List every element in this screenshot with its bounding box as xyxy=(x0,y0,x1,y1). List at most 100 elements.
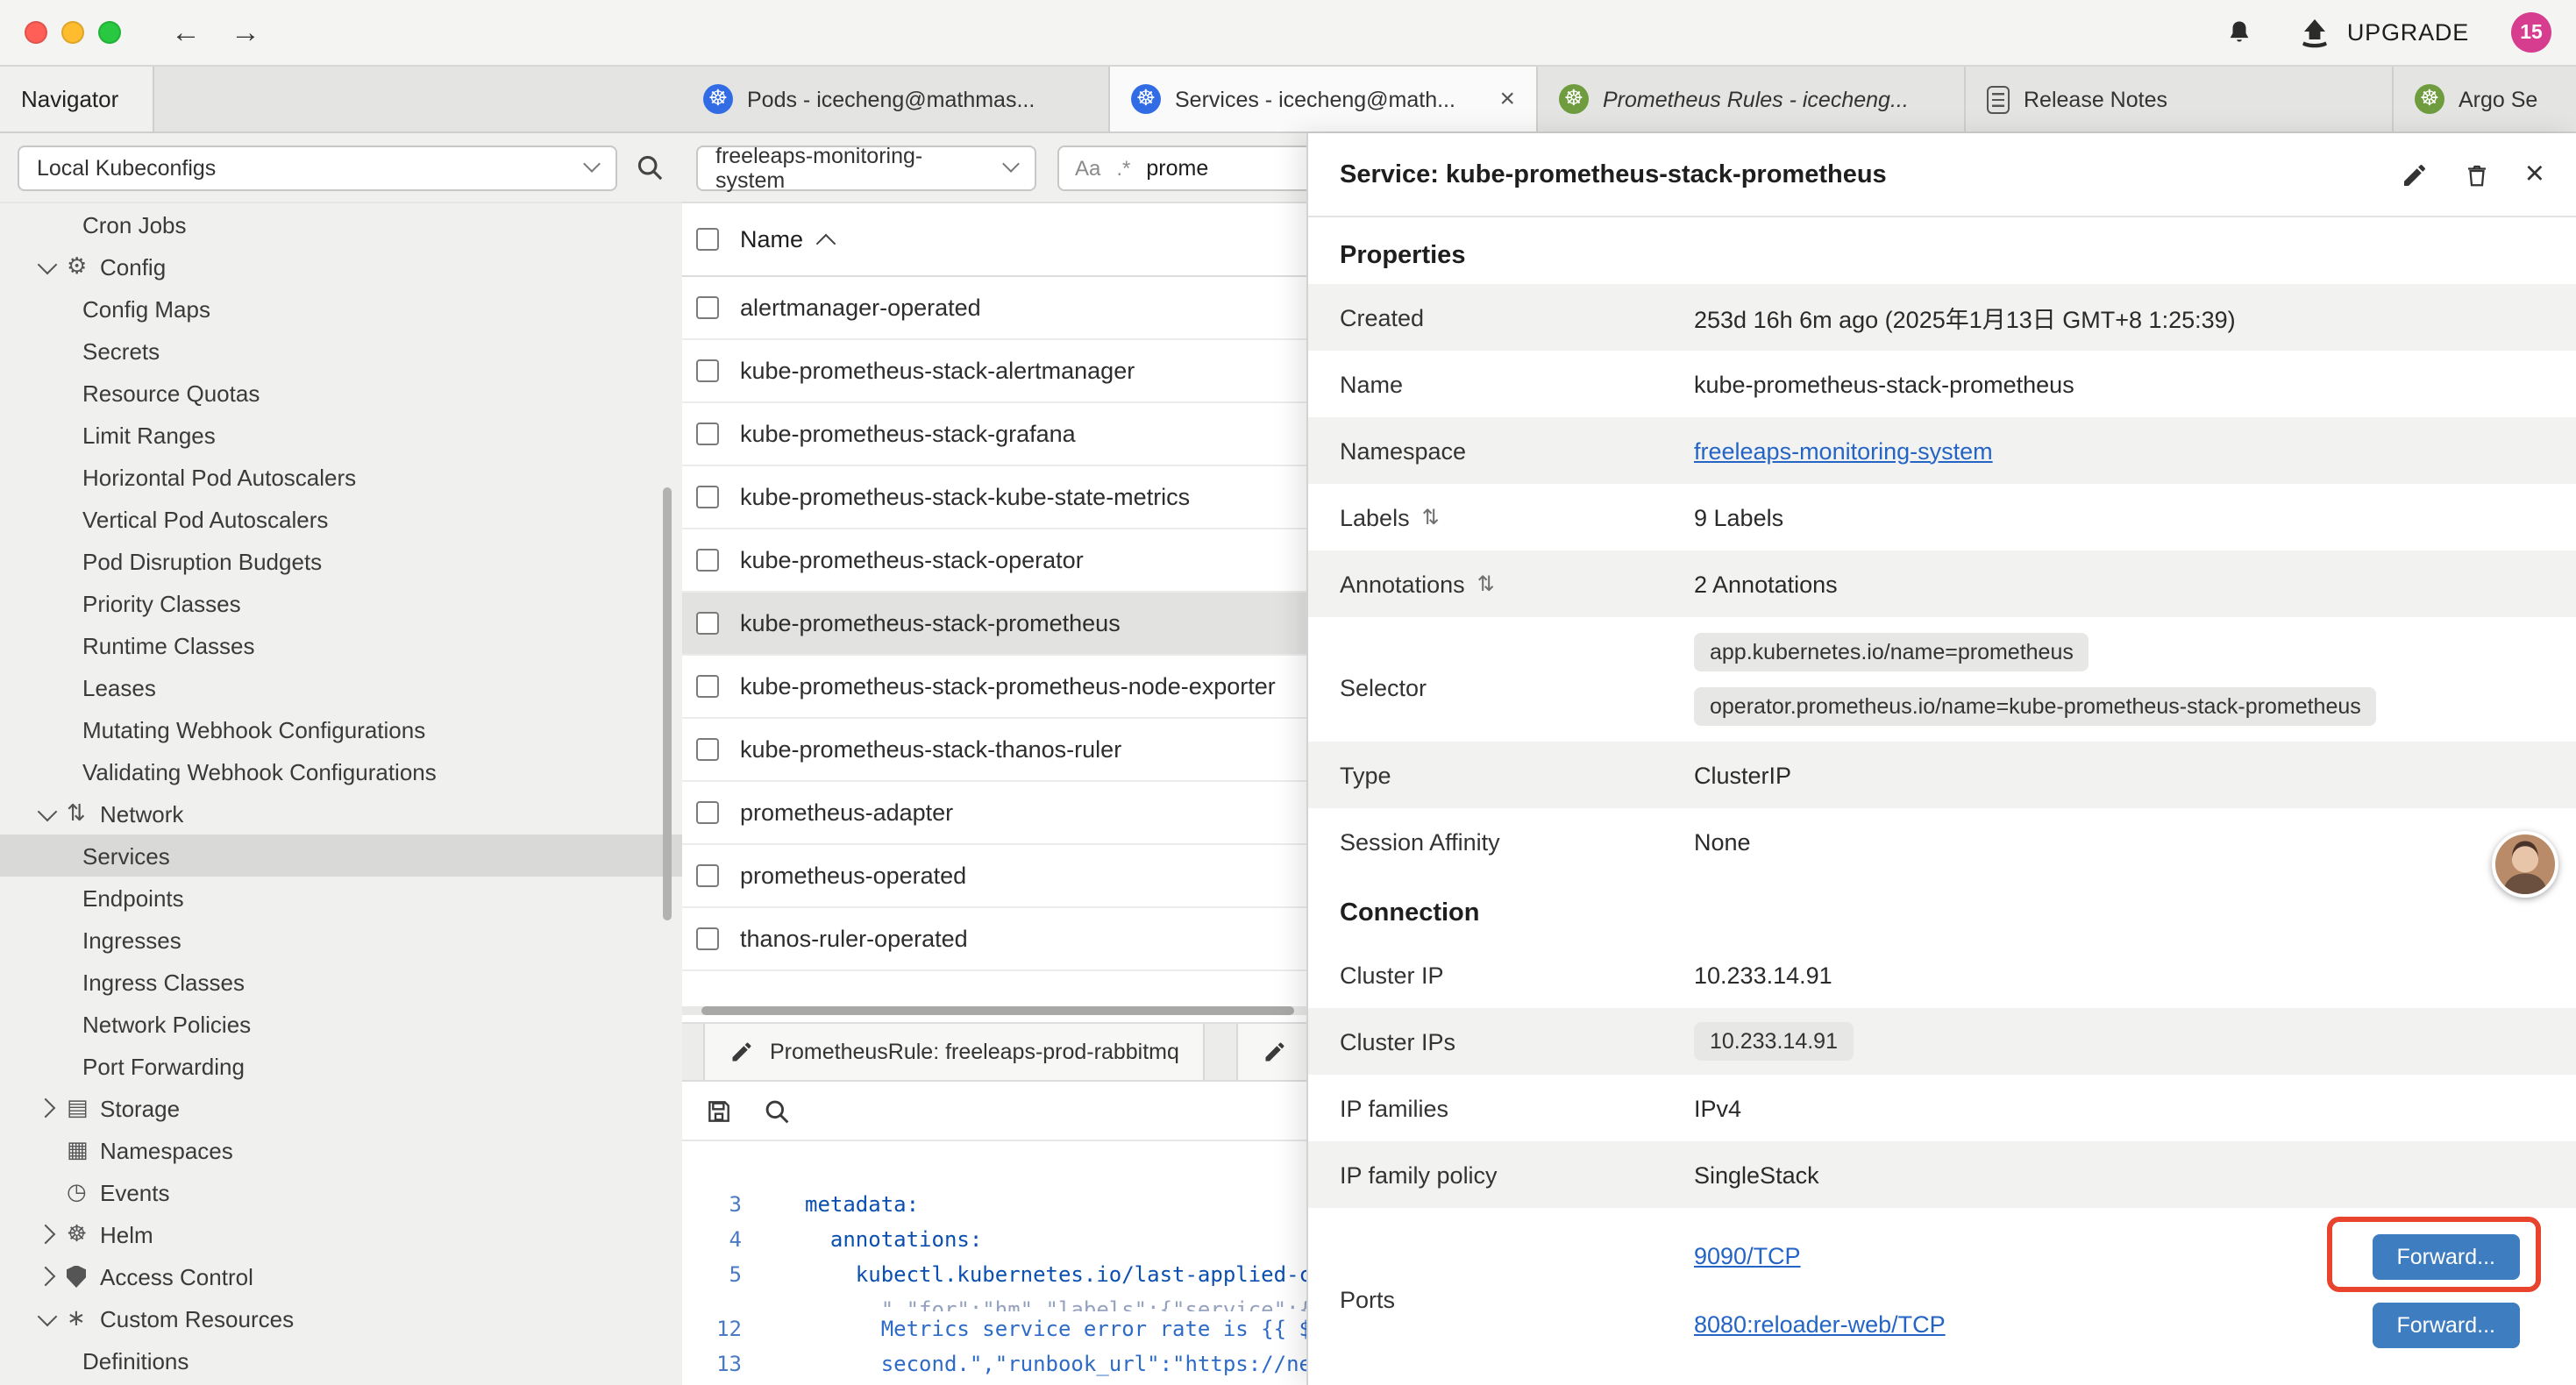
chevron-down-icon[interactable] xyxy=(35,1306,61,1331)
port-link[interactable]: 9090/TCP xyxy=(1694,1243,1801,1269)
sidebar-item-endpoints[interactable]: Endpoints xyxy=(0,877,682,919)
row-checkbox[interactable] xyxy=(696,738,719,761)
maximize-window-button[interactable] xyxy=(98,21,121,44)
row-label-text: IP families xyxy=(1340,1095,1448,1121)
name-column-header[interactable]: Name xyxy=(740,226,833,252)
editor-search-icon[interactable] xyxy=(763,1097,791,1125)
sidebar-item-leases[interactable]: Leases xyxy=(0,666,682,708)
sidebar-item-horizontal-pod-autoscalers[interactable]: Horizontal Pod Autoscalers xyxy=(0,456,682,498)
sidebar-item-services[interactable]: Services xyxy=(0,835,682,877)
sidebar-item-helm[interactable]: ☸Helm xyxy=(0,1213,682,1255)
forward-button[interactable]: Forward... xyxy=(2372,1302,2520,1347)
sidebar-item-custom-resources[interactable]: ∗Custom Resources xyxy=(0,1297,682,1339)
forward-button[interactable]: Forward... xyxy=(2372,1233,2520,1279)
sidebar-item-resource-quotas[interactable]: Resource Quotas xyxy=(0,372,682,414)
chevron-down-icon[interactable] xyxy=(35,254,61,279)
navigator-panel-tab[interactable]: Navigator xyxy=(0,67,154,131)
sidebar-item-ingress-classes[interactable]: Ingress Classes xyxy=(0,961,682,1003)
sidebar-item-priority-classes[interactable]: Priority Classes xyxy=(0,582,682,624)
row-checkbox[interactable] xyxy=(696,423,719,445)
match-case-toggle[interactable]: Aa xyxy=(1075,155,1100,180)
row-value-text: 2 Annotations xyxy=(1694,571,1838,597)
sidebar-item-vertical-pod-autoscalers[interactable]: Vertical Pod Autoscalers xyxy=(0,498,682,540)
row-checkbox[interactable] xyxy=(696,927,719,950)
sidebar-item-config-maps[interactable]: Config Maps xyxy=(0,288,682,330)
close-window-button[interactable] xyxy=(25,21,47,44)
tab-release-notes[interactable]: Release Notes xyxy=(1966,67,2394,131)
row-checkbox[interactable] xyxy=(696,549,719,572)
close-drawer-icon[interactable]: × xyxy=(2525,158,2544,191)
namespace-selector[interactable]: freeleaps-monitoring-system xyxy=(696,145,1036,190)
row-checkbox[interactable] xyxy=(696,296,719,319)
notifications-bell-icon[interactable] xyxy=(2224,17,2256,48)
kubeconfig-selector[interactable]: Local Kubeconfigs xyxy=(18,145,617,190)
row-value-text: kube-prometheus-stack-prometheus xyxy=(1694,371,2074,397)
row-name: kube-prometheus-stack-thanos-ruler xyxy=(740,736,1121,763)
sidebar-item-pod-disruption-budgets[interactable]: Pod Disruption Budgets xyxy=(0,540,682,582)
row-checkbox[interactable] xyxy=(696,612,719,635)
sidebar-item-storage[interactable]: ▤Storage xyxy=(0,1087,682,1129)
search-query-text: prome xyxy=(1146,155,1208,180)
sidebar-item-validating-webhook-configurations[interactable]: Validating Webhook Configurations xyxy=(0,750,682,792)
back-arrow-icon[interactable]: ← xyxy=(163,18,209,47)
tab-prometheus-rules-icecheng[interactable]: ☸Prometheus Rules - icecheng... xyxy=(1538,67,1966,131)
sidebar-item-events[interactable]: ◷Events xyxy=(0,1171,682,1213)
tab-label: Pods - icecheng@mathmas... xyxy=(747,87,1087,111)
sidebar-item-cron-jobs[interactable]: Cron Jobs xyxy=(0,203,682,245)
forward-arrow-icon[interactable]: → xyxy=(223,18,268,47)
chevron-down-icon[interactable] xyxy=(35,801,61,826)
tab-argo-se[interactable]: ☸Argo Se xyxy=(2394,67,2576,131)
row-checkbox[interactable] xyxy=(696,675,719,698)
row-name: kube-prometheus-stack-prometheus xyxy=(740,610,1121,636)
sidebar-item-port-forwarding[interactable]: Port Forwarding xyxy=(0,1045,682,1087)
sidebar-item-label: Storage xyxy=(100,1095,180,1121)
row-checkbox[interactable] xyxy=(696,486,719,508)
notification-count-badge[interactable]: 15 xyxy=(2511,12,2551,53)
sidebar-search-icon[interactable] xyxy=(635,153,665,182)
sidebar-item-namespaces[interactable]: ▦Namespaces xyxy=(0,1129,682,1171)
code-text: Metrics service error rate is {{ $va xyxy=(805,1311,1337,1346)
port-link[interactable]: 8080:reloader-web/TCP xyxy=(1694,1311,1946,1338)
sidebar-item-ingresses[interactable]: Ingresses xyxy=(0,919,682,961)
namespaces-icon: ▦ xyxy=(67,1136,100,1164)
edit-pencil-icon[interactable] xyxy=(2401,160,2429,188)
save-icon[interactable] xyxy=(705,1097,733,1125)
delete-trash-icon[interactable] xyxy=(2464,160,2490,188)
sidebar-item-mutating-webhook-configurations[interactable]: Mutating Webhook Configurations xyxy=(0,708,682,750)
sidebar-item-limit-ranges[interactable]: Limit Ranges xyxy=(0,414,682,456)
horizontal-scrollbar[interactable] xyxy=(701,1006,1294,1015)
kubernetes-icon: ☸ xyxy=(703,84,733,114)
sidebar-item-network-policies[interactable]: Network Policies xyxy=(0,1003,682,1045)
drawer-row-name: Namekube-prometheus-stack-prometheus xyxy=(1308,351,2576,417)
tab-services-icecheng-math[interactable]: ☸Services - icecheng@math...× xyxy=(1110,67,1538,131)
sidebar-item-label: Horizontal Pod Autoscalers xyxy=(82,464,356,490)
sidebar-item-access-control[interactable]: Access Control xyxy=(0,1255,682,1297)
upgrade-button[interactable]: UPGRADE xyxy=(2298,17,2469,48)
row-checkbox[interactable] xyxy=(696,801,719,824)
editor-tab-prometheusrule[interactable]: PrometheusRule: freeleaps-prod-rabbitmq xyxy=(703,1024,1206,1080)
sidebar-item-label: Config Maps xyxy=(82,295,210,322)
tab-pods-icecheng-mathmas[interactable]: ☸ Pods - icecheng@mathmas... xyxy=(682,67,1110,131)
regex-toggle[interactable]: .* xyxy=(1116,155,1130,180)
tab-close-icon[interactable]: × xyxy=(1499,86,1515,112)
minimize-window-button[interactable] xyxy=(61,21,84,44)
sidebar-item-definitions[interactable]: Definitions xyxy=(0,1339,682,1381)
sidebar-item-config[interactable]: ⚙Config xyxy=(0,245,682,288)
row-checkbox[interactable] xyxy=(696,359,719,382)
chevron-right-icon[interactable] xyxy=(35,1264,61,1289)
sort-ascending-icon xyxy=(816,233,836,253)
user-avatar[interactable] xyxy=(2492,831,2558,898)
sidebar-item-runtime-classes[interactable]: Runtime Classes xyxy=(0,624,682,666)
sidebar-scrollbar[interactable] xyxy=(663,487,672,920)
chevron-right-icon[interactable] xyxy=(35,1222,61,1246)
sidebar-item-network[interactable]: ⇅Network xyxy=(0,792,682,835)
select-all-checkbox[interactable] xyxy=(696,228,719,251)
sidebar-item-secrets[interactable]: Secrets xyxy=(0,330,682,372)
sort-toggle-icon[interactable]: ⇅ xyxy=(1422,505,1440,529)
sort-toggle-icon[interactable]: ⇅ xyxy=(1477,572,1495,596)
namespace-link[interactable]: freeleaps-monitoring-system xyxy=(1694,437,1993,464)
chevron-right-icon[interactable] xyxy=(35,1096,61,1120)
chevron-spacer xyxy=(35,1180,61,1204)
row-checkbox[interactable] xyxy=(696,864,719,887)
code-text: second.","runbook_url":"https://net xyxy=(805,1346,1324,1381)
